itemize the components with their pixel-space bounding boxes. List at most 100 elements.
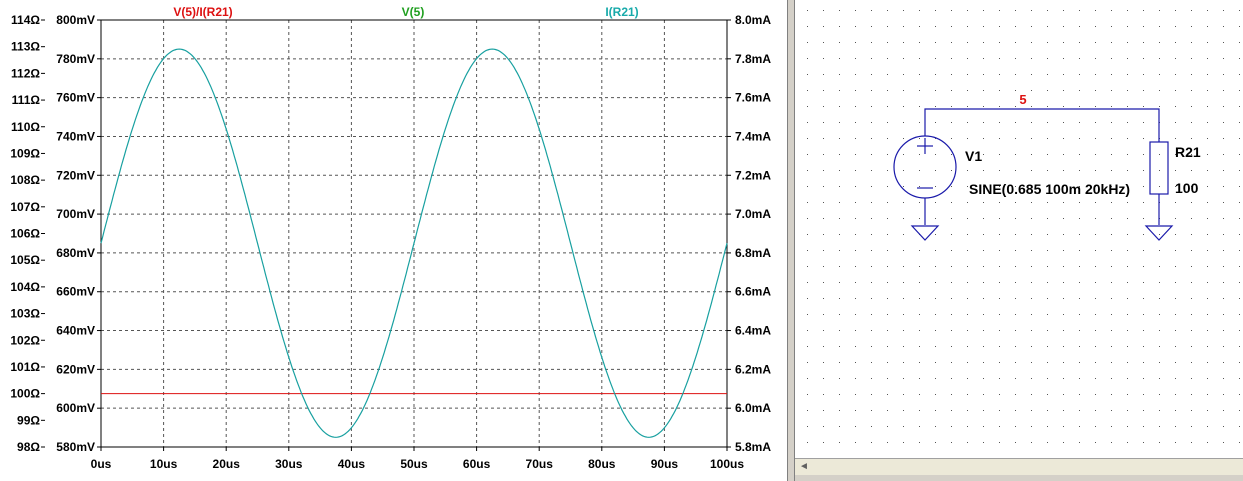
grid-dot xyxy=(951,122,952,123)
grid-dot xyxy=(1127,266,1128,267)
grid-dot xyxy=(1031,314,1032,315)
trace-label-v5-over-ir21[interactable]: V(5)/I(R21) xyxy=(173,5,232,19)
waveform-plot[interactable]: 0us 10us 20us 30us 40us 50us 60us 70us 80us 90us 1… xyxy=(0,0,787,481)
grid-dot xyxy=(1111,378,1112,379)
grid-dot xyxy=(967,426,968,427)
grid-dot xyxy=(919,26,920,27)
grid-dot xyxy=(1111,170,1112,171)
horizontal-scrollbar[interactable]: ◄ xyxy=(795,458,1243,476)
resistor-value-label[interactable]: 100 xyxy=(1175,180,1199,196)
grid-dot xyxy=(983,218,984,219)
schematic-pane[interactable]: 5 V1 SINE(0.685 100m 20kHz) R21 100 ◄ xyxy=(795,0,1243,481)
grid-dot xyxy=(999,378,1000,379)
grid-dot xyxy=(1111,42,1112,43)
grid-dot xyxy=(1015,122,1016,123)
grid-dot xyxy=(1159,58,1160,59)
grid-dot xyxy=(919,138,920,139)
grid-dot xyxy=(1223,122,1224,123)
grid-dot xyxy=(1191,58,1192,59)
grid-dot xyxy=(919,266,920,267)
grid-dot xyxy=(807,106,808,107)
grid-dot xyxy=(1047,154,1048,155)
voltage-tick-label: 800mV xyxy=(56,13,95,27)
grid-dot xyxy=(1111,58,1112,59)
grid-dot xyxy=(1223,10,1224,11)
grid-dot xyxy=(1207,394,1208,395)
grid-dot xyxy=(951,58,952,59)
grid-dot xyxy=(1047,298,1048,299)
grid-dot xyxy=(1031,74,1032,75)
grid-dot xyxy=(999,170,1000,171)
grid-dot xyxy=(1111,362,1112,363)
grid-dot xyxy=(1015,106,1016,107)
grid-dot xyxy=(871,378,872,379)
grid-dot xyxy=(967,58,968,59)
grid-dot xyxy=(919,90,920,91)
x-tick-label: 90us xyxy=(651,457,679,471)
grid-dot xyxy=(1143,266,1144,267)
ground-symbol-v1[interactable] xyxy=(910,225,940,241)
voltage-source-v1[interactable] xyxy=(893,135,957,199)
grid-dot xyxy=(1207,90,1208,91)
grid-dot xyxy=(1063,442,1064,443)
grid-dot xyxy=(983,362,984,363)
grid-dot xyxy=(903,346,904,347)
grid-dot xyxy=(887,282,888,283)
grid-dot xyxy=(871,410,872,411)
scroll-left-arrow-icon[interactable]: ◄ xyxy=(797,460,811,474)
grid-dot xyxy=(951,426,952,427)
grid-dot xyxy=(1127,42,1128,43)
grid-dot xyxy=(1079,426,1080,427)
grid-dot xyxy=(935,442,936,443)
grid-dot xyxy=(1031,202,1032,203)
grid-dot xyxy=(919,42,920,43)
waveform-plot-pane[interactable]: 0us 10us 20us 30us 40us 50us 60us 70us 80us 90us 1… xyxy=(0,0,787,481)
grid-dot xyxy=(999,154,1000,155)
ohm-tick-label: 99Ω xyxy=(17,413,40,427)
grid-dot xyxy=(935,282,936,283)
pane-splitter[interactable] xyxy=(787,0,795,481)
grid-dot xyxy=(1015,10,1016,11)
grid-dot xyxy=(807,10,808,11)
trace-label-v5[interactable]: V(5) xyxy=(402,5,425,19)
schematic-canvas[interactable]: 5 V1 SINE(0.685 100m 20kHz) R21 100 xyxy=(795,0,1243,458)
grid-dot xyxy=(823,106,824,107)
grid-dot xyxy=(1063,330,1064,331)
grid-dot xyxy=(839,394,840,395)
net-label-5[interactable]: 5 xyxy=(1019,92,1026,107)
grid-dot xyxy=(1207,170,1208,171)
current-tick-label: 7.2mA xyxy=(735,168,771,182)
grid-dot xyxy=(1031,170,1032,171)
resistor-name-label[interactable]: R21 xyxy=(1175,144,1201,160)
grid-dot xyxy=(1175,26,1176,27)
grid-dot xyxy=(807,234,808,235)
wire-net-5[interactable] xyxy=(924,108,1160,142)
source-name-label[interactable]: V1 xyxy=(965,148,982,164)
source-value-label[interactable]: SINE(0.685 100m 20kHz) xyxy=(969,181,1130,197)
grid-dot xyxy=(919,314,920,315)
grid-dot xyxy=(807,26,808,27)
ground-symbol-r21[interactable] xyxy=(1144,225,1174,241)
grid-dot xyxy=(871,122,872,123)
grid-dot xyxy=(807,170,808,171)
grid-dot xyxy=(1063,234,1064,235)
grid-dot xyxy=(887,42,888,43)
grid-dot xyxy=(855,314,856,315)
grid-dot xyxy=(935,378,936,379)
trace-label-ir21[interactable]: I(R21) xyxy=(605,5,638,19)
grid-dot xyxy=(935,202,936,203)
trace-ir21[interactable] xyxy=(100,48,728,438)
grid-dot xyxy=(1223,346,1224,347)
grid-dot xyxy=(807,426,808,427)
grid-dot xyxy=(855,378,856,379)
grid-dot xyxy=(1223,442,1224,443)
grid-dot xyxy=(1127,362,1128,363)
ohm-tick-label: 109Ω xyxy=(10,146,40,160)
grid-dot xyxy=(1031,138,1032,139)
grid-dot xyxy=(823,234,824,235)
grid-dot xyxy=(1063,26,1064,27)
grid-dot xyxy=(1111,266,1112,267)
grid-dot xyxy=(1047,266,1048,267)
grid-dot xyxy=(855,186,856,187)
voltage-tick-label: 580mV xyxy=(56,440,95,454)
